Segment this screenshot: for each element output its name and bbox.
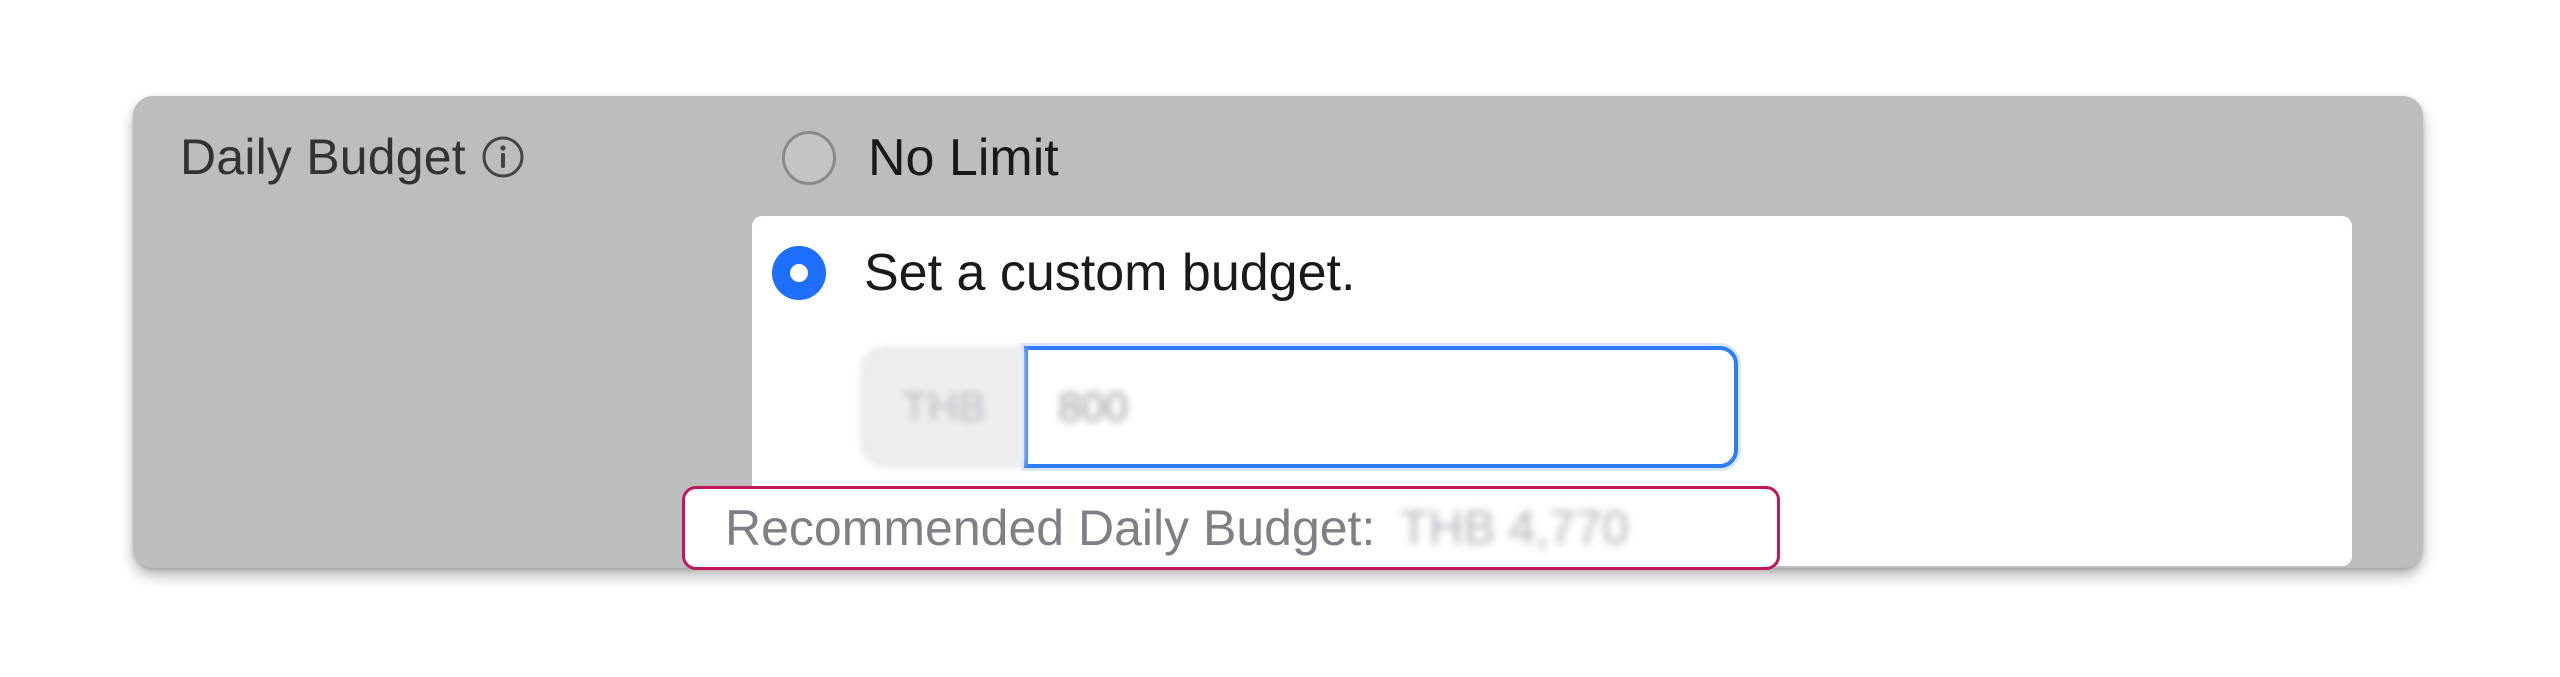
recommended-budget-value: THB 4,770 — [1399, 501, 1629, 555]
custom-budget-label: Set a custom budget. — [864, 244, 1356, 302]
recommended-budget-callout: Recommended Daily Budget: THB 4,770 — [682, 486, 1780, 570]
budget-amount-value: 800 — [1058, 383, 1129, 430]
no-limit-option[interactable]: No Limit — [782, 128, 1059, 188]
recommended-budget-label: Recommended Daily Budget: — [725, 500, 1376, 556]
budget-input-group: THB 800 — [862, 346, 1738, 468]
custom-budget-option[interactable]: Set a custom budget. — [772, 243, 1355, 303]
currency-code: THB — [902, 383, 986, 430]
info-circle-icon[interactable] — [480, 134, 526, 180]
custom-budget-radio[interactable] — [772, 246, 826, 300]
daily-budget-field: Daily Budget — [180, 128, 526, 186]
daily-budget-label: Daily Budget — [180, 129, 466, 185]
screenshot-stage: Daily Budget No Limit Set a custom budge… — [0, 0, 2560, 677]
no-limit-label: No Limit — [868, 129, 1059, 187]
no-limit-radio[interactable] — [782, 131, 836, 185]
currency-addon: THB — [862, 348, 1024, 466]
budget-amount-input[interactable]: 800 — [1024, 346, 1738, 468]
